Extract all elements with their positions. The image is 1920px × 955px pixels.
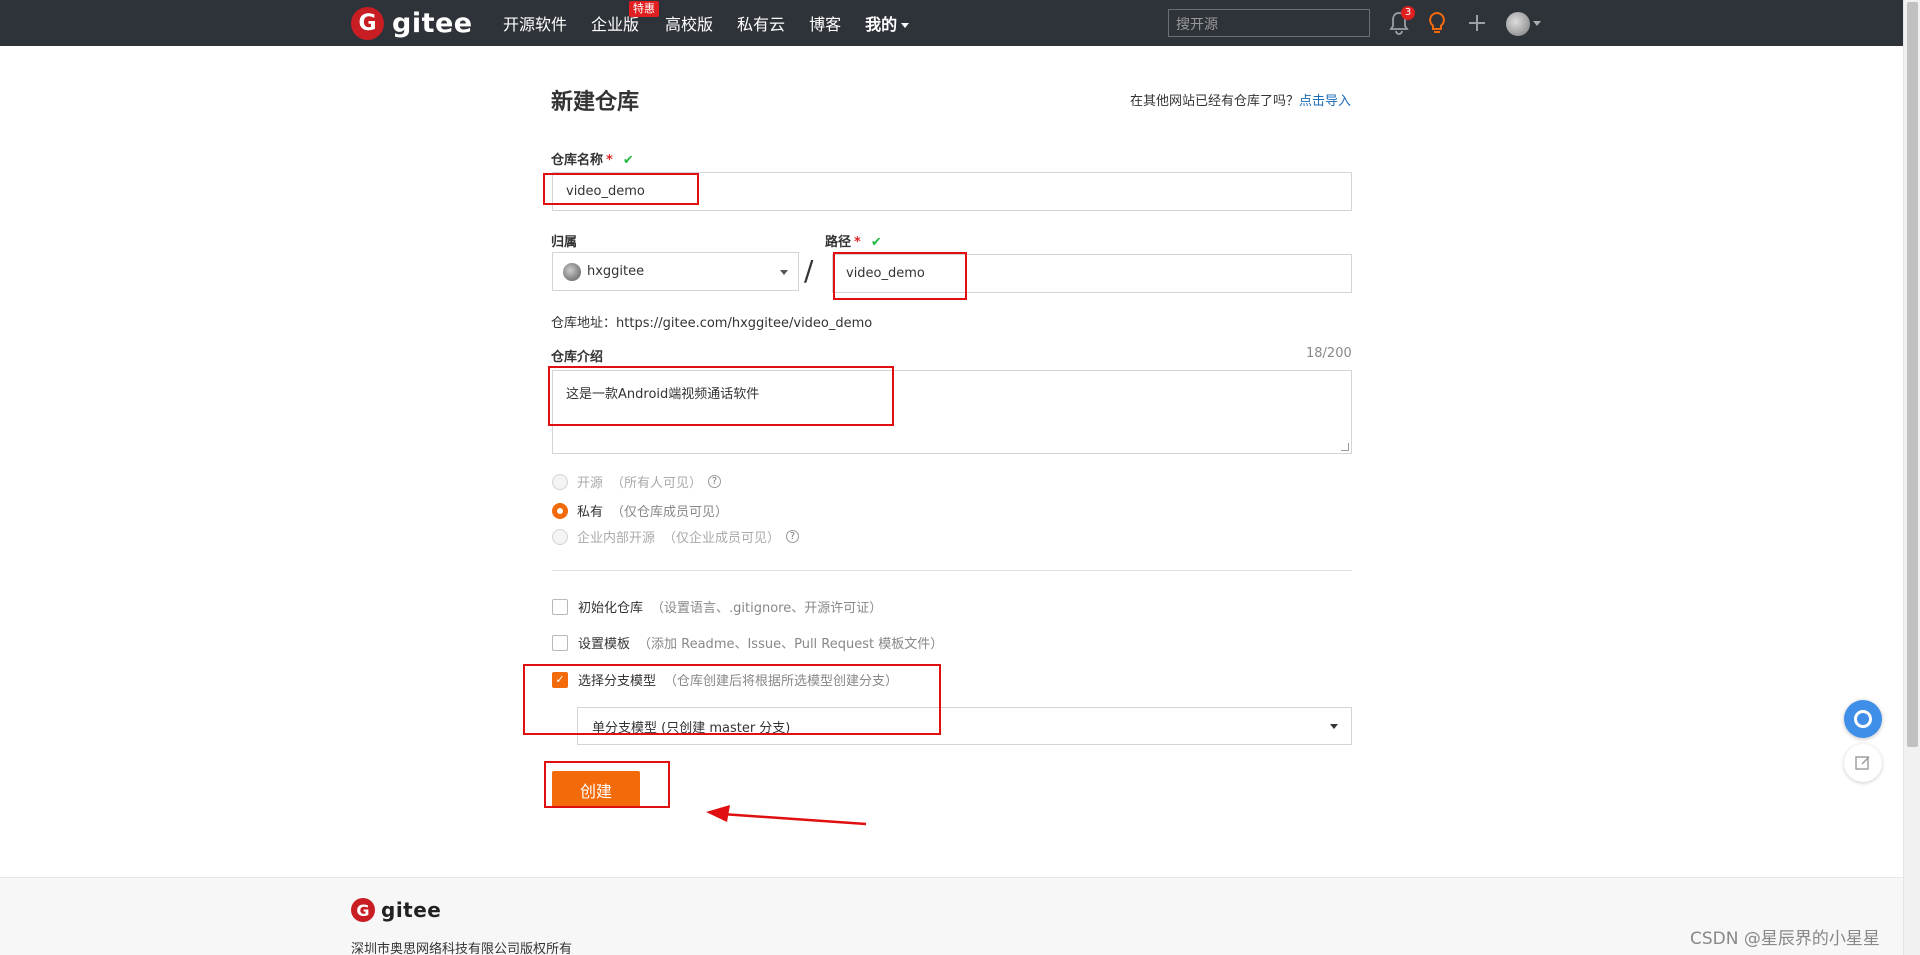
visibility-option-open[interactable]: 开源 （所有人可见） ? xyxy=(552,472,722,491)
annotation-box-create xyxy=(544,761,670,808)
import-hint-text: 在其他网站已经有仓库了吗？ xyxy=(1129,94,1299,109)
visibility-enterprise-hint: （仅企业成员可见） xyxy=(663,531,781,546)
owner-value: hxggitee xyxy=(587,264,645,279)
option-template-hint: （添加 Readme、Issue、Pull Request 模板文件） xyxy=(638,637,944,652)
option-init-repo-hint: （设置语言、.gitignore、开源许可证） xyxy=(651,601,883,616)
radio-private[interactable] xyxy=(552,502,568,519)
required-mark: * xyxy=(854,235,861,250)
feedback-float-button[interactable] xyxy=(1844,744,1882,782)
avatar-chevron-down-icon[interactable] xyxy=(1533,21,1541,26)
repo-name-label-text: 仓库名称 xyxy=(551,153,604,168)
nav-item-education[interactable]: 高校版 xyxy=(665,11,713,35)
option-init-repo-label: 初始化仓库 xyxy=(578,601,644,616)
nav-item-enterprise-label: 企业版 xyxy=(591,15,640,34)
resize-handle-icon[interactable] xyxy=(1341,443,1349,451)
nav-item-mine-label: 我的 xyxy=(865,15,898,34)
nav-item-private-cloud[interactable]: 私有云 xyxy=(737,11,785,35)
path-separator: / xyxy=(804,254,814,287)
checkbox-init-repo[interactable] xyxy=(552,598,568,615)
visibility-enterprise-label: 企业内部开源 xyxy=(577,531,656,546)
help-icon[interactable]: ? xyxy=(708,475,722,488)
repo-url-label: 仓库地址： xyxy=(551,316,617,331)
option-init-repo[interactable]: 初始化仓库 （设置语言、.gitignore、开源许可证） xyxy=(552,597,882,616)
plus-icon[interactable] xyxy=(1465,10,1489,36)
chevron-down-icon xyxy=(780,270,788,275)
repo-url-value: https://gitee.com/hxggitee/video_demo xyxy=(616,316,873,331)
chevron-down-icon xyxy=(1330,724,1338,729)
owner-select[interactable]: hxggitee xyxy=(552,252,799,291)
desc-label: 仓库介绍 xyxy=(551,350,604,365)
gitee-logo[interactable]: G gitee xyxy=(351,7,473,40)
gitee-logo-icon: G xyxy=(351,7,384,40)
path-label-text: 路径 xyxy=(825,235,852,250)
radio-open[interactable] xyxy=(552,473,568,490)
visibility-option-private[interactable]: 私有 （仅仓库成员可见） xyxy=(552,501,728,520)
annotation-box-path xyxy=(833,252,967,300)
visibility-private-hint: （仅仓库成员可见） xyxy=(611,505,729,520)
section-divider xyxy=(552,570,1352,571)
nav-item-mine[interactable]: 我的 xyxy=(865,11,910,35)
owner-label: 归属 xyxy=(551,235,578,250)
scrollbar-thumb[interactable] xyxy=(1907,2,1918,747)
path-label: 路径 * ✔ xyxy=(825,231,882,250)
option-template[interactable]: 设置模板 （添加 Readme、Issue、Pull Request 模板文件） xyxy=(552,633,943,652)
footer-logo-text: gitee xyxy=(381,898,442,922)
annotation-box-repo-name xyxy=(543,173,699,205)
annotation-box-desc xyxy=(548,366,894,426)
assistant-icon xyxy=(1854,710,1872,728)
annotation-box-branch-model xyxy=(523,664,941,735)
visibility-option-enterprise[interactable]: 企业内部开源 （仅企业成员可见） ? xyxy=(552,527,800,546)
check-icon: ✔ xyxy=(870,235,882,250)
footer-copyright: 深圳市奥思网络科技有限公司版权所有 xyxy=(351,942,573,955)
help-icon[interactable]: ? xyxy=(786,530,800,543)
repo-url: 仓库地址：https://gitee.com/hxggitee/video_de… xyxy=(551,312,872,331)
repo-name-label: 仓库名称 * ✔ xyxy=(551,149,634,168)
visibility-private-label: 私有 xyxy=(577,505,604,520)
gitee-logo-icon: G xyxy=(351,898,375,922)
lightbulb-icon[interactable] xyxy=(1425,10,1449,36)
chevron-down-icon xyxy=(901,23,910,28)
check-icon: ✔ xyxy=(622,153,634,168)
checkbox-template[interactable] xyxy=(552,634,568,651)
top-navbar xyxy=(0,0,1903,46)
page-title: 新建仓库 xyxy=(551,90,640,115)
visibility-open-label: 开源 xyxy=(577,476,604,491)
main-nav: 开源软件 企业版 特惠 高校版 私有云 博客 我的 xyxy=(503,0,933,46)
owner-avatar xyxy=(563,262,581,281)
desc-counter: 18/200 xyxy=(1306,346,1352,361)
nav-item-blog[interactable]: 博客 xyxy=(809,11,841,35)
nav-item-enterprise[interactable]: 企业版 特惠 xyxy=(591,1,660,35)
gitee-logo-text: gitee xyxy=(392,8,473,39)
footer-logo[interactable]: G gitee xyxy=(351,898,441,922)
option-template-label: 设置模板 xyxy=(578,637,631,652)
radio-enterprise[interactable] xyxy=(552,528,568,545)
required-mark: * xyxy=(606,153,613,168)
promo-badge: 特惠 xyxy=(629,1,660,17)
page-scrollbar[interactable] xyxy=(1903,0,1920,955)
nav-item-open-source[interactable]: 开源软件 xyxy=(503,11,567,35)
search-input[interactable]: 搜开源 xyxy=(1168,9,1370,37)
edit-icon xyxy=(1855,756,1870,770)
user-avatar[interactable] xyxy=(1506,12,1530,36)
import-hint: 在其他网站已经有仓库了吗？点击导入 xyxy=(1130,90,1351,109)
csdn-watermark: CSDN @星辰界的小星星 xyxy=(1690,929,1880,949)
assistant-float-button[interactable] xyxy=(1844,700,1882,738)
import-link[interactable]: 点击导入 xyxy=(1299,94,1351,109)
notification-badge: 3 xyxy=(1401,6,1415,20)
page-footer xyxy=(0,877,1903,955)
annotation-arrow-icon xyxy=(706,805,867,826)
visibility-open-hint: （所有人可见） xyxy=(611,476,703,491)
